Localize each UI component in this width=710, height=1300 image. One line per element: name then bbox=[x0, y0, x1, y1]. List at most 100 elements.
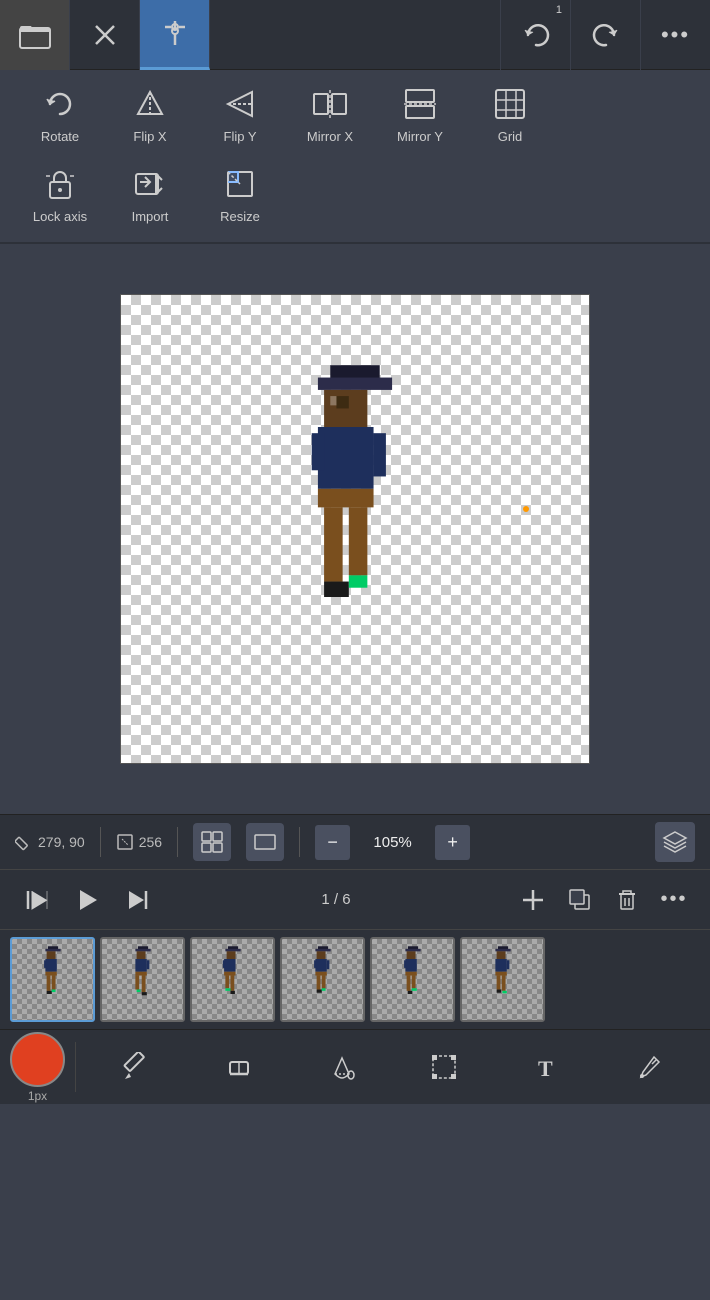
adjust-button[interactable] bbox=[140, 0, 210, 70]
rotate-icon bbox=[44, 88, 76, 124]
mirrory-tool[interactable]: Mirror Y bbox=[380, 80, 460, 152]
svg-text:T: T bbox=[538, 1056, 553, 1081]
canvas-area[interactable] bbox=[0, 244, 710, 814]
text-tool[interactable]: T bbox=[521, 1040, 571, 1095]
zoom-out-button[interactable]: − bbox=[315, 825, 350, 860]
resize-icon bbox=[224, 168, 256, 204]
copy-frame-icon bbox=[567, 887, 593, 913]
next-frame-icon bbox=[125, 887, 151, 913]
rotate-tool[interactable]: Rotate bbox=[20, 80, 100, 152]
frame-thumb-3[interactable] bbox=[190, 937, 275, 1022]
pencil-small-icon bbox=[15, 833, 33, 851]
layers-icon bbox=[662, 829, 688, 855]
frame-thumb-2[interactable] bbox=[100, 937, 185, 1022]
frame-thumb-1[interactable] bbox=[10, 937, 95, 1022]
import-icon bbox=[134, 168, 166, 204]
resize-label: Resize bbox=[220, 209, 260, 224]
next-frame-button[interactable] bbox=[115, 877, 160, 922]
resize-small-icon bbox=[116, 833, 134, 851]
copy-frame-button[interactable] bbox=[559, 879, 601, 921]
canvas-drawing-surface[interactable] bbox=[121, 295, 589, 763]
more-anim-button[interactable]: ••• bbox=[653, 879, 695, 921]
status-divider-1 bbox=[100, 827, 101, 857]
coords-display: 279, 90 bbox=[15, 833, 85, 851]
mirrorx-icon bbox=[312, 88, 348, 124]
grid-label: Grid bbox=[498, 129, 523, 144]
tools-row-1: Rotate Flip X Flip Y bbox=[20, 80, 690, 152]
more-anim-icon: ••• bbox=[660, 888, 687, 911]
grid-tool[interactable]: Grid bbox=[470, 80, 550, 152]
select-tool-icon bbox=[429, 1052, 459, 1082]
canvas-wrapper[interactable] bbox=[120, 294, 590, 764]
lockaxis-icon bbox=[45, 168, 75, 204]
eraser-tool-icon bbox=[224, 1052, 254, 1082]
color-swatch[interactable] bbox=[10, 1032, 65, 1087]
size-display: 256 bbox=[116, 833, 162, 851]
delete-frame-icon bbox=[614, 887, 640, 913]
layers-button[interactable] bbox=[655, 822, 695, 862]
undo-count: 1 bbox=[556, 4, 562, 16]
flipx-icon bbox=[134, 88, 166, 124]
top-toolbar: 1 ••• bbox=[0, 0, 710, 70]
eyedropper-tool[interactable] bbox=[624, 1040, 674, 1095]
add-frame-icon bbox=[519, 886, 547, 914]
mirrory-label: Mirror Y bbox=[397, 129, 443, 144]
zoom-value: 105% bbox=[365, 834, 420, 851]
delete-frame-button[interactable] bbox=[606, 879, 648, 921]
add-frame-button[interactable] bbox=[512, 879, 554, 921]
bottom-toolbar: 1px bbox=[0, 1029, 710, 1104]
canvas-marker bbox=[523, 506, 529, 512]
redo-button[interactable] bbox=[570, 0, 640, 70]
import-tool[interactable]: Import bbox=[110, 160, 190, 232]
rotate-label: Rotate bbox=[41, 129, 79, 144]
close-button[interactable] bbox=[70, 0, 140, 70]
pencil-tool[interactable] bbox=[112, 1040, 162, 1095]
drawing-tools: T bbox=[76, 1040, 710, 1095]
status-divider-3 bbox=[299, 827, 300, 857]
grid-icon bbox=[494, 88, 526, 124]
tools-menu: Rotate Flip X Flip Y bbox=[0, 70, 710, 244]
frame-thumb-4[interactable] bbox=[280, 937, 365, 1022]
fill-tool[interactable] bbox=[317, 1040, 367, 1095]
frame-4-sprite bbox=[303, 945, 343, 1015]
more-button[interactable]: ••• bbox=[640, 0, 710, 70]
zoom-in-button[interactable]: + bbox=[435, 825, 470, 860]
undo-button[interactable]: 1 bbox=[500, 0, 570, 70]
status-bar: 279, 90 256 − 105% + bbox=[0, 814, 710, 869]
brush-size-label: 1px bbox=[28, 1089, 47, 1103]
frame-6-sprite bbox=[483, 945, 523, 1015]
frame-2-sprite bbox=[123, 945, 163, 1015]
tools-row-2: Lock axis Import bbox=[20, 160, 690, 232]
flipy-label: Flip Y bbox=[224, 129, 257, 144]
frame-strip[interactable] bbox=[0, 929, 710, 1029]
fill-tool-icon bbox=[327, 1052, 357, 1082]
flipy-icon bbox=[224, 88, 256, 124]
import-label: Import bbox=[132, 209, 169, 224]
frame-1-sprite bbox=[33, 945, 73, 1015]
folder-button[interactable] bbox=[0, 0, 70, 70]
grid-view-icon bbox=[201, 831, 223, 853]
frame-thumb-5[interactable] bbox=[370, 937, 455, 1022]
first-frame-button[interactable] bbox=[15, 877, 60, 922]
frame-thumb-6[interactable] bbox=[460, 937, 545, 1022]
flipx-tool[interactable]: Flip X bbox=[110, 80, 190, 152]
color-area: 1px bbox=[0, 1032, 75, 1103]
lockaxis-label: Lock axis bbox=[33, 209, 87, 224]
resize-tool[interactable]: Resize bbox=[200, 160, 280, 232]
pixel-art-sprite bbox=[255, 359, 455, 699]
pencil-tool-icon bbox=[122, 1052, 152, 1082]
frame-view-button[interactable] bbox=[246, 823, 284, 861]
play-button[interactable] bbox=[65, 877, 110, 922]
eraser-tool[interactable] bbox=[214, 1040, 264, 1095]
flipy-tool[interactable]: Flip Y bbox=[200, 80, 280, 152]
select-tool[interactable] bbox=[419, 1040, 469, 1095]
lockaxis-tool[interactable]: Lock axis bbox=[20, 160, 100, 232]
size-value: 256 bbox=[139, 834, 162, 850]
mirrorx-tool[interactable]: Mirror X bbox=[290, 80, 370, 152]
frame-5-sprite bbox=[393, 945, 433, 1015]
grid-view-button[interactable] bbox=[193, 823, 231, 861]
coords-value: 279, 90 bbox=[38, 834, 85, 850]
frame-3-sprite bbox=[213, 945, 253, 1015]
text-tool-icon: T bbox=[531, 1052, 561, 1082]
mirrory-icon bbox=[402, 88, 438, 124]
